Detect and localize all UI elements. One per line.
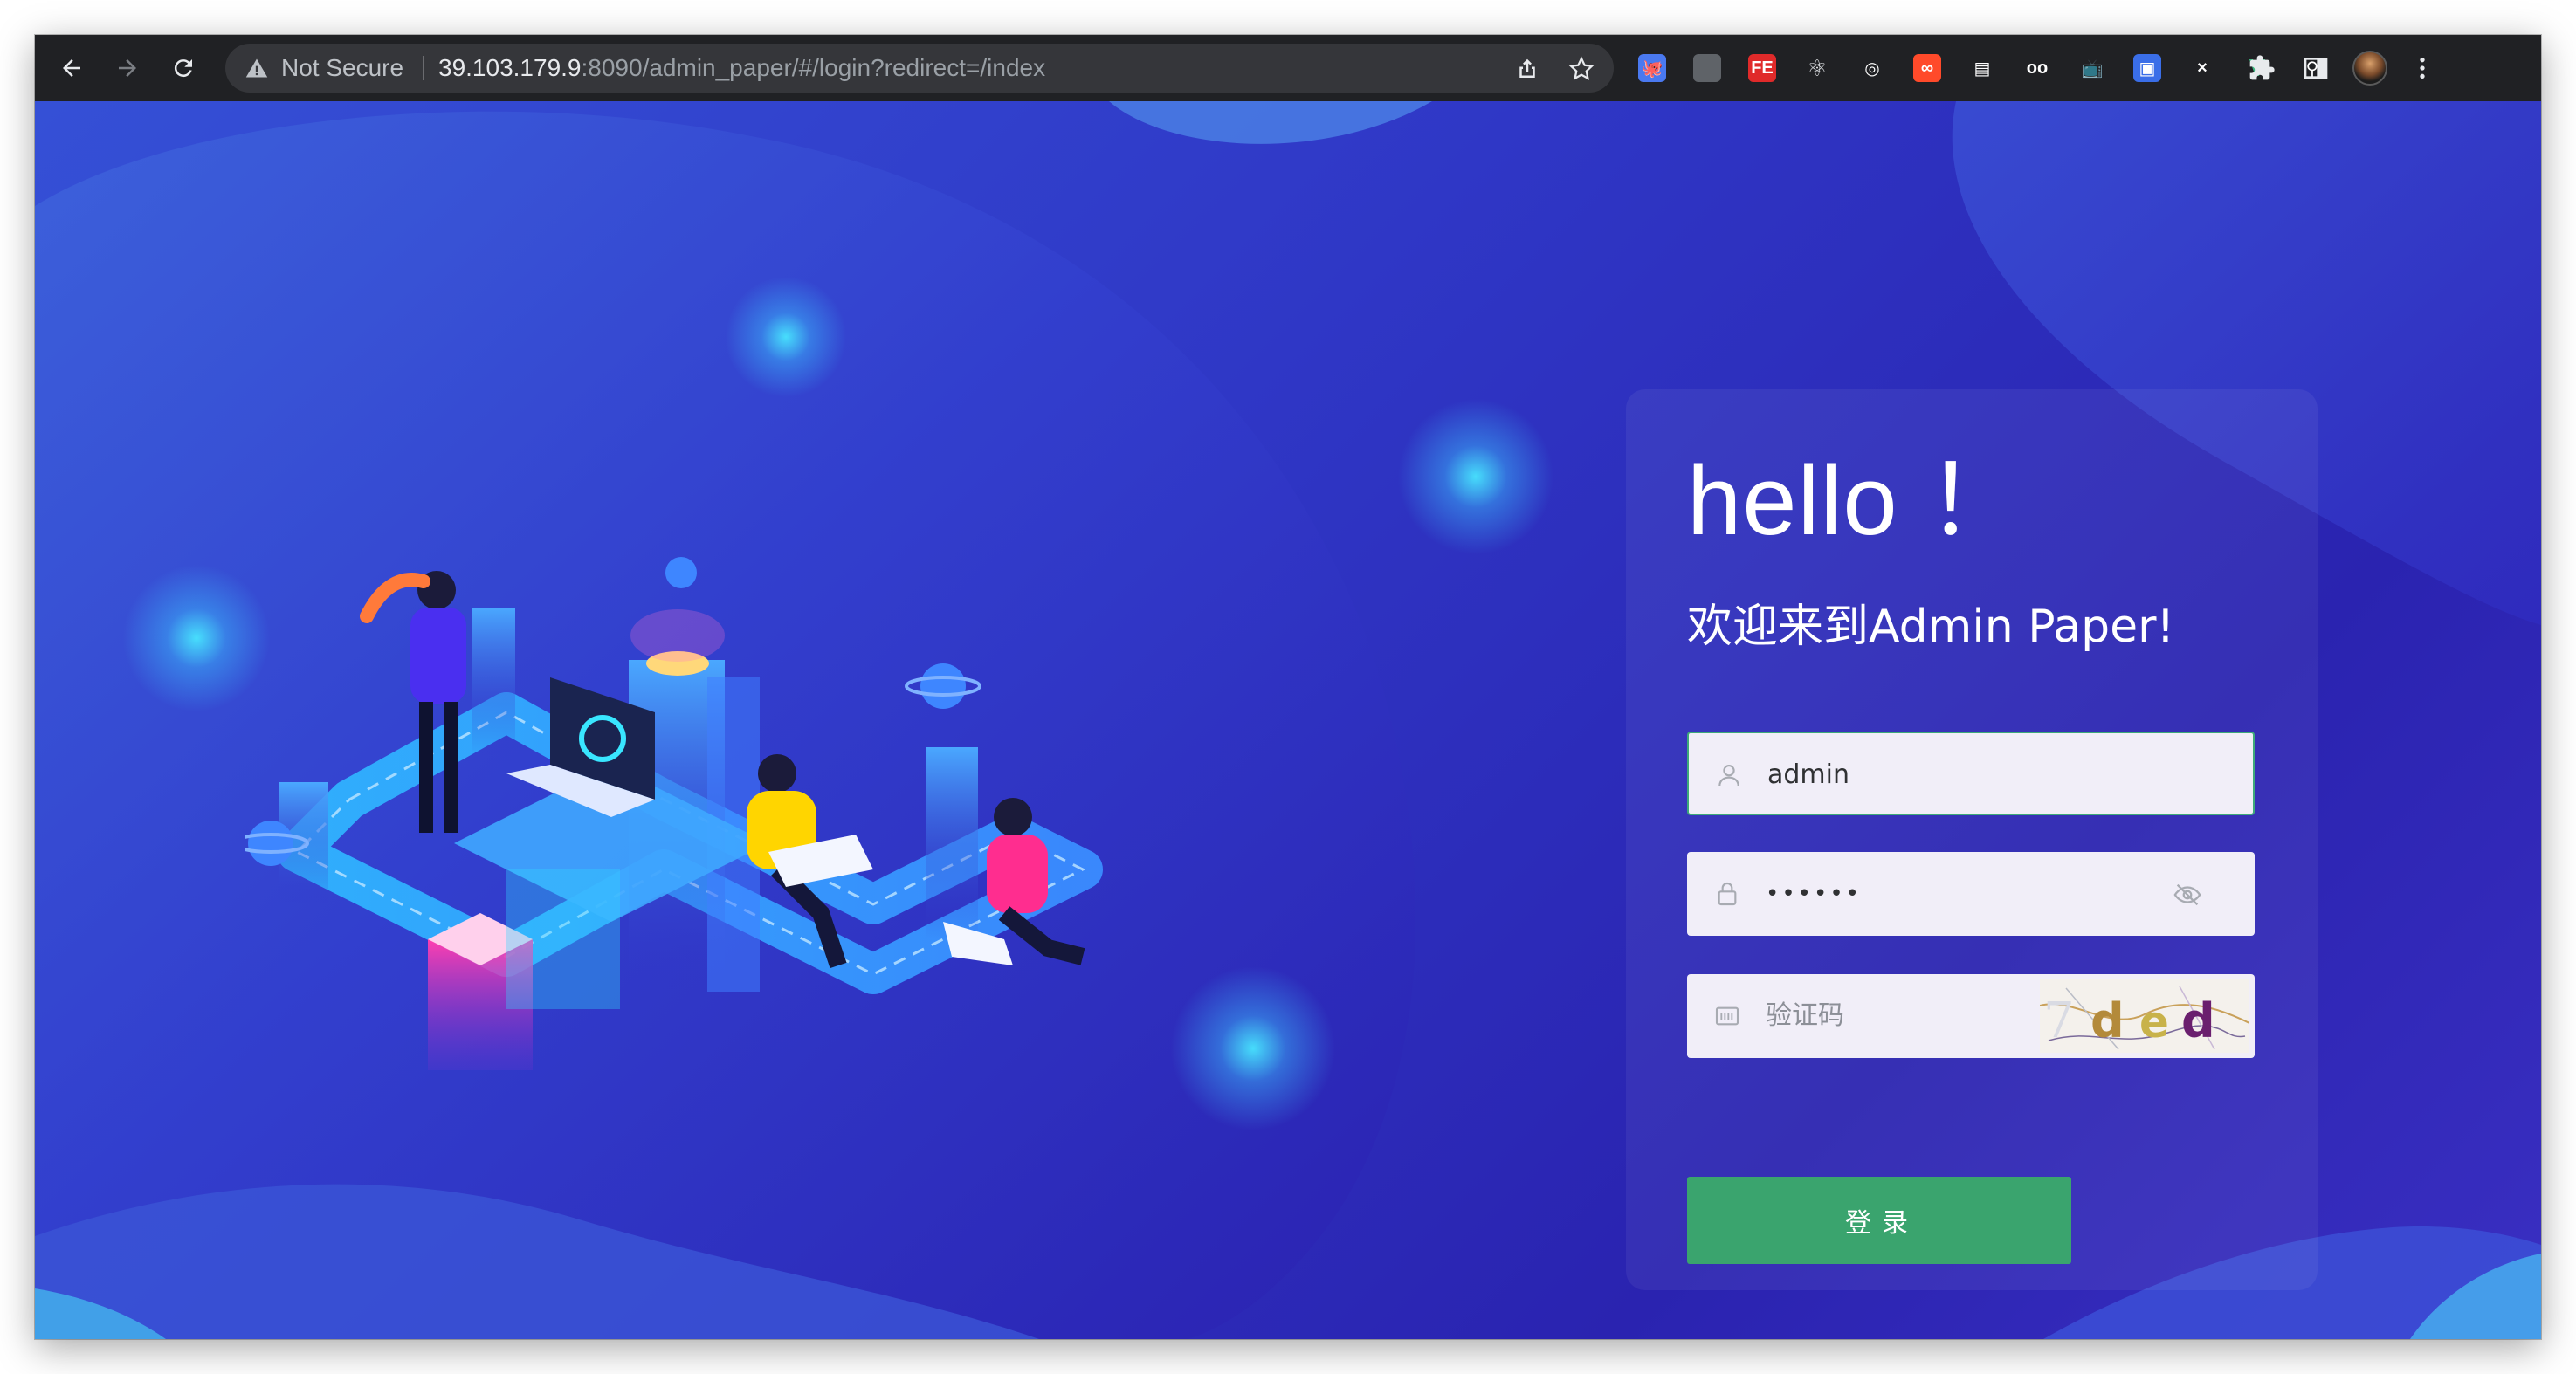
login-card: hello ！ 欢迎来到Admin Paper! •••••• [1626,389,2318,1290]
url-text: 39.103.179.9:8090/admin_paper/#/login?re… [438,54,1045,82]
captcha-char: d [2181,993,2215,1048]
username-field[interactable] [1687,732,2255,817]
page-title: hello ！ [1687,446,2025,555]
captcha-char: d [2090,993,2125,1048]
extension-x-icon[interactable]: × [2188,54,2216,82]
login-page: hello ！ 欢迎来到Admin Paper! •••••• [35,101,2541,1339]
reload-button[interactable] [166,51,201,86]
password-field[interactable]: •••••• [1687,852,2255,936]
share-icon[interactable] [1514,56,1540,82]
extension-tv-icon[interactable]: 📺 [2078,54,2106,82]
browser-toolbar: Not Secure 39.103.179.9:8090/admin_paper… [35,35,2541,101]
extension-infinity-icon[interactable]: ∞ [1913,54,1941,82]
password-input[interactable]: •••••• [1766,852,2150,936]
address-separator [423,56,424,80]
captcha-char: 7 [2043,993,2075,1049]
captcha-image[interactable]: 7 d e d [2040,979,2249,1053]
eye-hidden-icon[interactable] [2173,880,2202,910]
captcha-input[interactable] [1766,974,2028,1058]
back-button[interactable] [54,51,89,86]
side-panel-icon[interactable] [2302,54,2330,82]
login-button[interactable]: 登录 [1687,1177,2071,1264]
captcha-char: e [2139,997,2169,1048]
extension-octopus-icon[interactable]: 🐙 [1638,54,1666,82]
back-arrow-icon [63,59,80,77]
glow-orb [1170,965,1336,1131]
browser-window: Not Secure 39.103.179.9:8090/admin_paper… [35,35,2541,1339]
user-icon [1718,765,1739,787]
profile-avatar[interactable] [2352,51,2387,86]
kebab-menu-icon[interactable] [2408,54,2436,82]
welcome-subtitle: 欢迎来到Admin Paper! [1687,601,2175,653]
bookmark-star-icon[interactable] [1568,56,1595,82]
extension-gray-icon[interactable] [1693,54,1721,82]
captcha-field[interactable]: 7 d e d [1687,974,2255,1058]
address-bar[interactable]: Not Secure 39.103.179.9:8090/admin_paper… [225,44,1614,93]
url-host: 39.103.179.9 [438,54,582,81]
glow-orb [725,276,847,398]
extension-target-icon[interactable]: ◎ [1858,54,1886,82]
forward-button[interactable] [110,51,145,86]
lock-icon [1718,883,1737,906]
captcha-graphic: 7 d e d [2040,979,2249,1053]
glow-orb [1397,398,1554,555]
isometric-illustration [245,557,1103,1070]
extension-window-icon[interactable]: ▤ [1968,54,1996,82]
extension-doc-icon[interactable]: ▣ [2133,54,2161,82]
extension-glasses-icon[interactable]: oo [2023,54,2051,82]
username-input[interactable] [1767,733,2152,817]
forward-arrow-icon [119,59,136,77]
url-path: :8090/admin_paper/#/login?redirect=/inde… [581,54,1046,81]
security-label: Not Secure [281,54,404,81]
extension-react-icon[interactable]: ⚛ [1803,54,1831,82]
captcha-icon [1715,1006,1739,1026]
warning-icon [245,58,268,78]
extensions-puzzle-icon[interactable] [2248,54,2276,82]
reload-icon [174,59,192,78]
extension-fe-icon[interactable]: FE [1748,54,1776,82]
